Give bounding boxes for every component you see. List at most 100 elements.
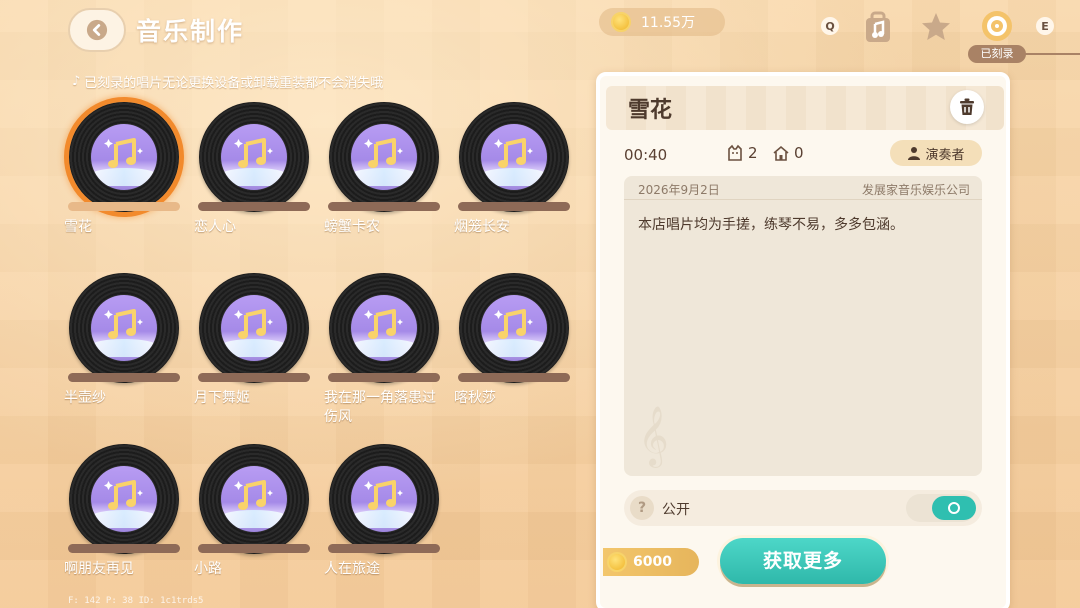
- record-shelf: [68, 202, 180, 211]
- description-box: 2026年9月2日 发展家音乐娱乐公司 本店唱片均为手搓，练琴不易，多多包涵。 …: [624, 176, 982, 476]
- record-item[interactable]: 螃蟹卡农: [324, 102, 444, 242]
- vinyl-disc: [69, 102, 179, 212]
- record-shelf: [68, 544, 180, 553]
- vinyl-disc: [199, 444, 309, 554]
- vinyl-disc: [459, 102, 569, 212]
- record-name: 小路: [194, 561, 222, 577]
- coin-icon: [611, 12, 631, 32]
- record-shelf: [198, 544, 310, 553]
- notice-label: 已刻录的唱片无论更换设备或卸载重装都不会消失哦: [84, 76, 384, 91]
- star-icon[interactable]: [919, 10, 953, 44]
- music-note-icon: [351, 124, 417, 190]
- record-name: 喀秋莎: [454, 390, 496, 406]
- treble-clef-icon: 𝄞: [638, 406, 669, 466]
- music-bag-icon[interactable]: [861, 10, 895, 44]
- record-shelf: [328, 544, 440, 553]
- vinyl-disc: [329, 102, 439, 212]
- record-date: 2026年9月2日: [638, 183, 720, 197]
- record-item[interactable]: 啊朋友再见: [64, 444, 184, 584]
- stat-a: 2: [726, 144, 758, 162]
- record-name: 雪花: [64, 219, 92, 235]
- music-note-icon: [91, 124, 157, 190]
- public-label: 公开: [662, 502, 690, 518]
- price-value: 6000: [633, 554, 672, 570]
- vinyl-disc: [199, 273, 309, 383]
- back-button[interactable]: [68, 8, 126, 52]
- vinyl-disc: [69, 444, 179, 554]
- record-item[interactable]: 恋人心: [194, 102, 314, 242]
- vinyl-disc: [329, 444, 439, 554]
- record-shelf: [458, 373, 570, 382]
- person-icon: [908, 147, 921, 160]
- debug-info: F: 142 P: 38 ID: 1c1trds5: [68, 596, 204, 606]
- performer-label: 演奏者: [925, 147, 965, 163]
- record-item[interactable]: 雪花: [64, 102, 184, 242]
- house-icon: [773, 145, 789, 161]
- vinyl-disc: [329, 273, 439, 383]
- detail-header: 雪花: [606, 86, 1004, 130]
- chevron-left-icon: [86, 19, 108, 41]
- record-item[interactable]: 半壶纱: [64, 273, 184, 413]
- music-note-icon: [91, 466, 157, 532]
- record-shelf: [198, 202, 310, 211]
- public-setting-row: ? 公开: [624, 490, 982, 526]
- public-toggle[interactable]: [906, 494, 976, 522]
- record-item[interactable]: 月下舞姬: [194, 273, 314, 413]
- record-name: 月下舞姬: [194, 390, 250, 406]
- performer-button[interactable]: 演奏者: [890, 140, 982, 166]
- trash-icon: [960, 98, 974, 115]
- music-note-icon: [481, 124, 547, 190]
- music-note-icon: [91, 295, 157, 361]
- stat-b: 0: [772, 144, 804, 162]
- record-shelf: [198, 373, 310, 382]
- currency-amount: 11.55万: [641, 15, 696, 31]
- disc-icon: [982, 11, 1012, 41]
- music-note-icon: [481, 295, 547, 361]
- record-shelf: [328, 202, 440, 211]
- record-name: 烟笼长安: [454, 219, 510, 235]
- description-text: 本店唱片均为手搓，练琴不易，多多包涵。: [638, 217, 904, 233]
- page-title: 音乐制作: [136, 17, 245, 46]
- meta-row: 00:40 2 0 演奏者: [600, 138, 1006, 172]
- currency-display: 11.55万: [599, 8, 725, 36]
- vinyl-disc: [69, 273, 179, 383]
- record-item[interactable]: 小路: [194, 444, 314, 584]
- record-name: 我在那一角落患过伤风: [324, 390, 436, 425]
- stat-a-value: 2: [748, 144, 758, 162]
- record-name: 人在旅途: [324, 561, 380, 577]
- record-shelf: [458, 202, 570, 211]
- notice-text: ♪ 已刻录的唱片无论更换设备或卸载重装都不会消失哦: [72, 72, 383, 91]
- tab-underline: [1012, 53, 1080, 55]
- recorded-tab[interactable]: 已刻录: [968, 8, 1026, 64]
- price-display: 6000: [603, 548, 699, 576]
- vinyl-disc: [459, 273, 569, 383]
- description-header: 2026年9月2日 发展家音乐娱乐公司: [624, 176, 982, 200]
- record-item[interactable]: 烟笼长安: [454, 102, 574, 242]
- record-name: 恋人心: [194, 219, 236, 235]
- toggle-knob: [932, 496, 976, 520]
- music-note-icon: [221, 466, 287, 532]
- duration: 00:40: [624, 146, 668, 164]
- music-note-icon: [221, 295, 287, 361]
- vinyl-disc: [199, 102, 309, 212]
- coin-icon: [607, 552, 627, 572]
- delete-button[interactable]: [950, 90, 984, 124]
- music-note-icon: [351, 295, 417, 361]
- help-icon[interactable]: ?: [630, 496, 654, 520]
- record-shelf: [68, 373, 180, 382]
- key-hint-e: E: [1036, 17, 1054, 35]
- company-name: 发展家音乐娱乐公司: [861, 183, 970, 197]
- record-item[interactable]: 喀秋莎: [454, 273, 574, 413]
- record-item[interactable]: 我在那一角落患过伤风: [324, 273, 444, 425]
- music-note-icon: ♪: [72, 74, 81, 89]
- music-note-icon: [221, 124, 287, 190]
- record-shelf: [328, 373, 440, 382]
- record-name: 螃蟹卡农: [324, 219, 380, 235]
- record-name: 啊朋友再见: [64, 561, 134, 577]
- cat-face-icon: [728, 144, 742, 161]
- record-item[interactable]: 人在旅途: [324, 444, 444, 584]
- detail-panel: 雪花 00:40 2 0 演奏者 2026年9月2日 发展家音乐娱乐公司 本店唱…: [596, 72, 1010, 608]
- get-more-button[interactable]: 获取更多: [720, 538, 886, 584]
- music-note-icon: [351, 466, 417, 532]
- song-title: 雪花: [628, 98, 673, 123]
